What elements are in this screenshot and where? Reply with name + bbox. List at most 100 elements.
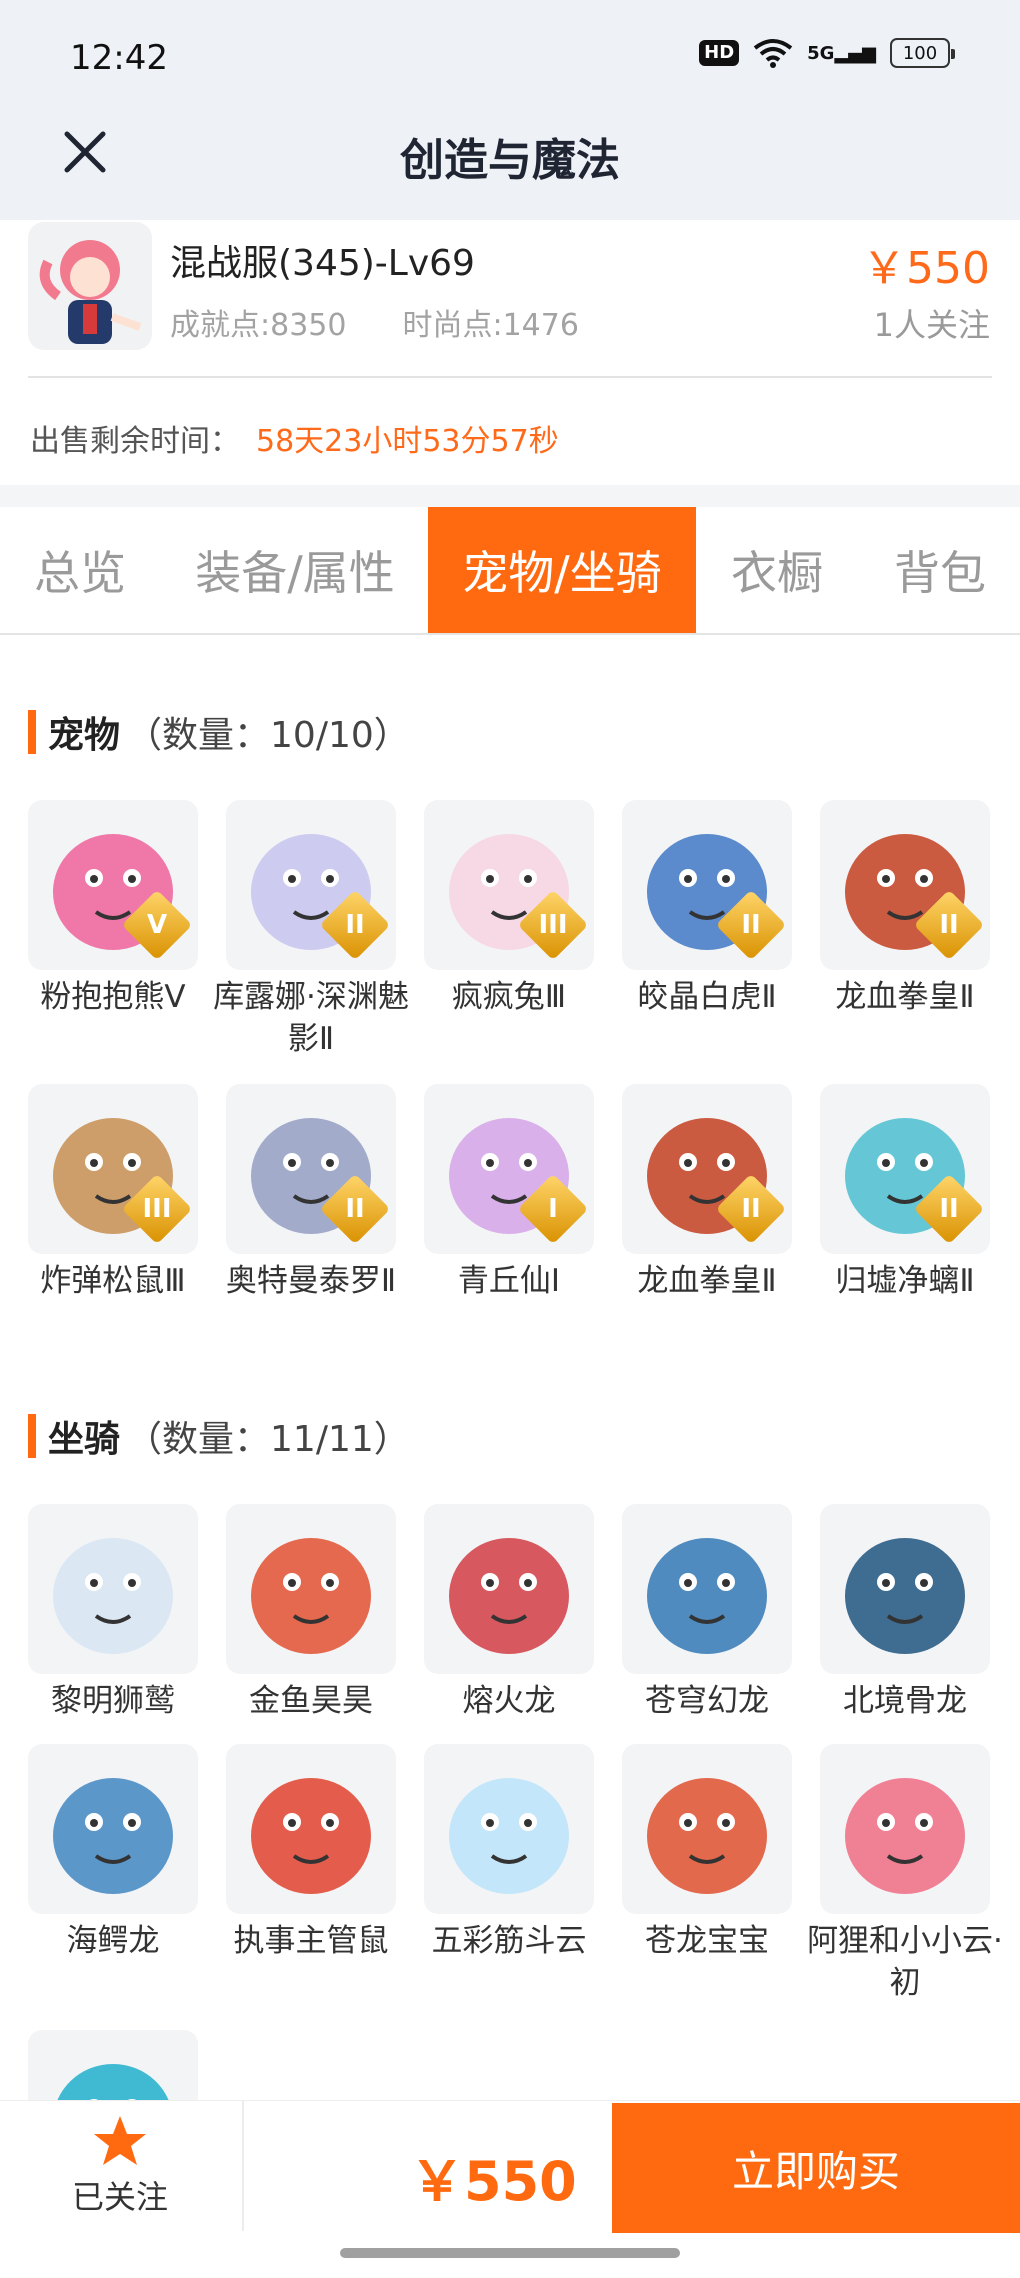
mounts-count: （数量：11/11） (126, 1419, 410, 1460)
item-label: 龙血拳皇Ⅱ (835, 979, 975, 1015)
rank-label: II (741, 1194, 761, 1224)
signal-label: 5G (807, 42, 835, 64)
grid-item[interactable]: 北境骨龙 (820, 1504, 990, 1722)
grid-item[interactable]: 执事主管鼠 (226, 1744, 396, 1962)
tab-wardrobe[interactable]: 衣橱 (712, 507, 842, 633)
avatar (28, 222, 152, 350)
ali-cloud-icon (820, 1744, 990, 1914)
ultraman-icon: II (226, 1084, 396, 1254)
bomb-squirrel-icon: III (28, 1084, 198, 1254)
sky-dragon-icon (622, 1504, 792, 1674)
pets-count: （数量：10/10） (126, 715, 410, 756)
tab-overview[interactable]: 总览 (0, 507, 160, 633)
grid-item[interactable]: II 奥特曼泰罗Ⅱ (226, 1084, 396, 1302)
item-label: 苍龙宝宝 (645, 1923, 769, 1959)
grid-item[interactable]: 海鳄龙 (28, 1744, 198, 1962)
grid-item[interactable]: 苍龙宝宝 (622, 1744, 792, 1962)
item-label: 皎晶白虎Ⅱ (637, 979, 777, 1015)
bottom-price: ￥550 (410, 2150, 577, 2213)
item-label: 苍穹幻龙 (645, 1683, 769, 1719)
grid-item[interactable]: II 库露娜·深渊魅影Ⅱ (213, 800, 409, 1060)
server-level: 混战服(345)-Lv69 (170, 243, 475, 284)
rank-badge: III (121, 1173, 193, 1245)
rank-label: II (345, 1194, 365, 1224)
griffin-icon (28, 1504, 198, 1674)
section-gap (0, 485, 1020, 507)
section-marker (28, 1414, 36, 1458)
grid-item[interactable]: 黎明狮鹫 (28, 1504, 198, 1722)
item-label: 疯疯兔Ⅲ (451, 979, 567, 1015)
cloud-icon (424, 1744, 594, 1914)
rank-badge: II (913, 889, 985, 961)
page-title: 创造与魔法 (400, 135, 620, 186)
remaining-time-label: 出售剩余时间： (30, 424, 240, 459)
item-label: 归墟净螭Ⅱ (835, 1263, 975, 1299)
mounts-title: 坐骑 (48, 1419, 121, 1460)
qingqiu-fairy-icon: I (424, 1084, 594, 1254)
hd-badge: HD (699, 40, 740, 66)
status-time: 12:42 (70, 38, 168, 78)
wifi-icon (753, 39, 793, 68)
grid-item[interactable]: 阿狸和小小云·初 (807, 1744, 1003, 2004)
rank-badge: II (715, 889, 787, 961)
rank-badge: I (517, 1173, 589, 1245)
rank-badge: III (517, 889, 589, 961)
dragon-fist-icon: II (820, 800, 990, 970)
rank-badge: II (319, 889, 391, 961)
grid-item[interactable]: III 疯疯兔Ⅲ (424, 800, 594, 1018)
rank-badge: II (319, 1173, 391, 1245)
grid-item[interactable]: 五彩筋斗云 (424, 1744, 594, 1962)
divider (242, 2101, 244, 2231)
grid-item[interactable]: I 青丘仙Ⅰ (424, 1084, 594, 1302)
sea-croc-dragon-icon (28, 1744, 198, 1914)
kuluna-icon: II (226, 800, 396, 970)
grid-item[interactable]: 金鱼昊昊 (226, 1504, 396, 1722)
follower-count: 1人关注 (873, 306, 990, 344)
item-label: 海鳄龙 (66, 1923, 160, 1959)
grid-item[interactable]: 熔火龙 (424, 1504, 594, 1722)
item-label: 熔火龙 (462, 1683, 556, 1719)
account-summary: 混战服(345)-Lv69 成就点:8350 时尚点:1476 ￥550 1人关… (0, 220, 1020, 485)
item-label: 阿狸和小小云·初 (807, 1923, 1003, 2001)
dragon-fist-icon: II (622, 1084, 792, 1254)
divider (28, 376, 992, 378)
baby-dragon-icon (622, 1744, 792, 1914)
grid-item[interactable]: II 归墟净螭Ⅱ (820, 1084, 990, 1302)
rank-label: II (939, 910, 959, 940)
tab-equipment[interactable]: 装备/属性 (180, 507, 410, 633)
mounts-section-title: 坐骑 （数量：11/11） (28, 1410, 410, 1462)
status-icons: HD 5G▂▄▆ 100 (699, 38, 955, 68)
grid-item[interactable]: II 龙血拳皇Ⅱ (622, 1084, 792, 1302)
grid-item[interactable]: II 龙血拳皇Ⅱ (820, 800, 990, 1018)
rank-label: I (548, 1194, 558, 1224)
buy-now-button[interactable]: 立即购买 (612, 2103, 1020, 2233)
star-icon (94, 2116, 146, 2165)
header-area: 12:42 HD 5G▂▄▆ 100 创造与魔法 (0, 0, 1020, 220)
signal-icon: 5G▂▄▆ (807, 42, 876, 64)
rank-label: V (146, 910, 168, 940)
rank-badge: II (715, 1173, 787, 1245)
tab-backpack[interactable]: 背包 (870, 507, 1010, 633)
grid-item[interactable]: V 粉抱抱熊Ⅴ (28, 800, 198, 1018)
bone-dragon-icon (820, 1504, 990, 1674)
grid-item[interactable]: III 炸弹松鼠Ⅲ (28, 1084, 198, 1302)
character-avatar-icon (39, 240, 142, 344)
item-label: 粉抱抱熊Ⅴ (40, 979, 186, 1015)
tab-bar: 总览 装备/属性 宠物/坐骑 衣橱 背包 (0, 507, 1020, 635)
follow-button[interactable]: 已关注 (0, 2101, 240, 2231)
item-label: 五彩筋斗云 (431, 1923, 587, 1959)
item-label: 金鱼昊昊 (249, 1683, 373, 1719)
battery-level: 100 (902, 42, 938, 64)
points-row: 成就点:8350 时尚点:1476 (170, 300, 579, 344)
goldfish-icon (226, 1504, 396, 1674)
rank-label: III (538, 910, 568, 940)
crazy-rabbit-icon: III (424, 800, 594, 970)
grid-item[interactable]: 苍穹幻龙 (622, 1504, 792, 1722)
rank-label: III (142, 1194, 172, 1224)
rank-label: II (345, 910, 365, 940)
home-indicator (340, 2248, 680, 2258)
rank-label: II (741, 910, 761, 940)
tab-pets-mounts[interactable]: 宠物/坐骑 (428, 507, 696, 633)
grid-item[interactable]: II 皎晶白虎Ⅱ (622, 800, 792, 1018)
rank-label: II (939, 1194, 959, 1224)
